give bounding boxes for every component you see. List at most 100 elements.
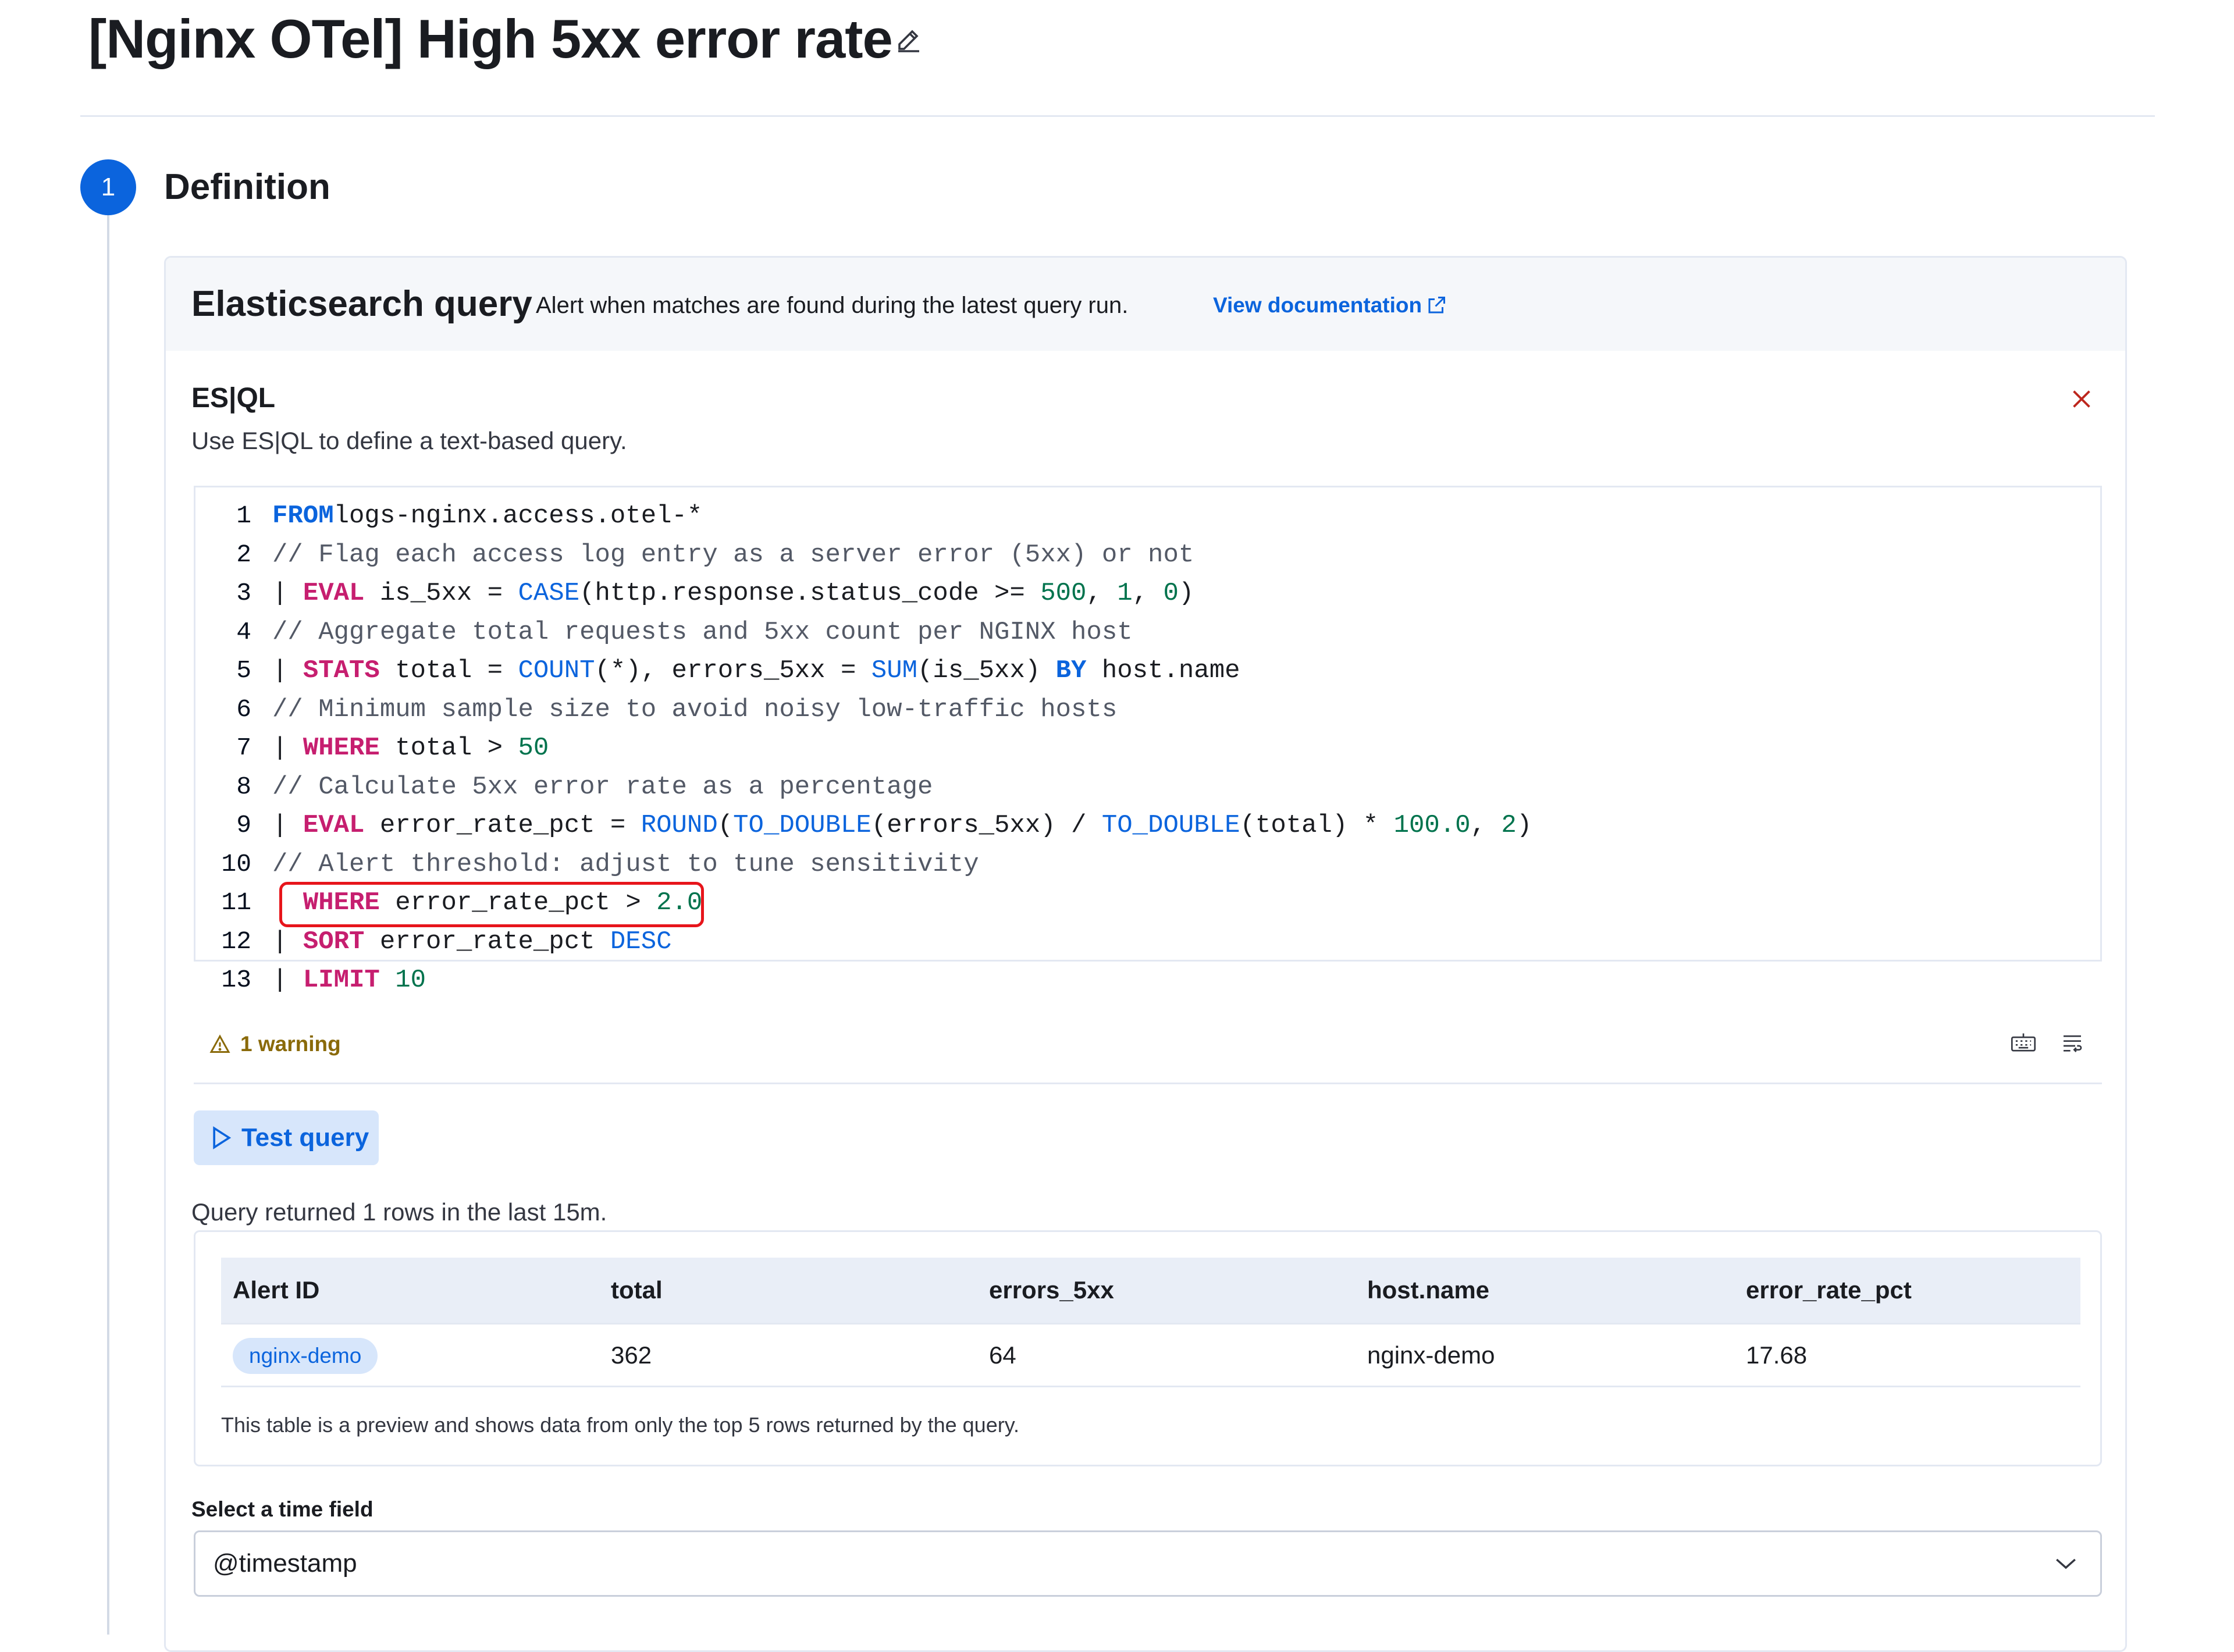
close-icon[interactable] xyxy=(2068,386,2095,412)
pencil-edit-icon[interactable] xyxy=(895,26,923,54)
code-token: SORT xyxy=(303,927,365,956)
line-number: 12 xyxy=(221,927,251,956)
warning-count[interactable]: 1 warning xyxy=(240,1030,341,1058)
code-token: 1 xyxy=(1117,579,1133,608)
code-text: | LIMIT 10 xyxy=(272,961,426,999)
code-token: // Flag each access log entry as a serve… xyxy=(272,540,1194,569)
code-text: | EVAL error_rate_pct = ROUND(TO_DOUBLE(… xyxy=(272,806,1532,845)
test-query-button[interactable]: Test query xyxy=(194,1110,379,1165)
code-token: ) xyxy=(1516,811,1532,840)
line-number: 10 xyxy=(221,849,251,878)
code-token: ( xyxy=(717,811,734,840)
step-number-badge: 1 xyxy=(80,159,136,215)
code-token: | xyxy=(272,966,303,995)
code-token: error_rate_pct = xyxy=(364,811,641,840)
cell-errors-5xx: 64 xyxy=(989,1341,1016,1369)
rule-type-description: Alert when matches are found during the … xyxy=(536,293,1129,318)
esql-section-title: ES|QL xyxy=(191,383,276,414)
code-token: EVAL xyxy=(303,579,365,608)
play-icon xyxy=(213,1126,232,1149)
code-token: COUNT xyxy=(518,656,595,685)
alert-id-badge[interactable]: nginx-demo xyxy=(233,1338,378,1374)
code-token: FROM xyxy=(272,501,334,531)
highlight-annotation-box xyxy=(279,882,704,927)
code-token: EVAL xyxy=(303,811,365,840)
code-text: | EVAL is_5xx = CASE(http.response.statu… xyxy=(272,574,1194,613)
code-token: // Aggregate total requests and 5xx coun… xyxy=(272,617,1133,647)
code-token: host.name xyxy=(1086,656,1240,685)
code-token: SUM xyxy=(871,656,918,685)
rule-type-title: Elasticsearch query xyxy=(191,284,532,324)
cell-total: 362 xyxy=(611,1341,652,1369)
code-token: 10 xyxy=(395,966,426,995)
code-token: TO_DOUBLE xyxy=(733,811,871,840)
column-header-error-rate-pct: error_rate_pct xyxy=(1746,1276,1912,1304)
query-result-status: Query returned 1 rows in the last 15m. xyxy=(191,1198,607,1226)
code-text: FROMlogs-nginx.access.otel-* xyxy=(272,497,702,535)
word-wrap-icon[interactable] xyxy=(2060,1031,2084,1055)
column-header-host-name: host.name xyxy=(1367,1276,1490,1304)
column-header-alert-id: Alert ID xyxy=(233,1276,320,1304)
code-token: | xyxy=(272,927,303,956)
code-text: // Aggregate total requests and 5xx coun… xyxy=(272,613,1133,651)
line-number: 5 xyxy=(236,656,251,685)
line-number: 13 xyxy=(221,966,251,994)
line-number: 11 xyxy=(221,888,251,917)
time-field-select[interactable]: @timestamp xyxy=(194,1530,2102,1597)
code-token: (is_5xx) xyxy=(917,656,1056,685)
code-token: DESC xyxy=(610,927,672,956)
results-table-header: Alert ID total errors_5xx host.name erro… xyxy=(221,1258,2080,1323)
test-query-label: Test query xyxy=(241,1123,369,1152)
code-token: CASE xyxy=(518,579,580,608)
step-title: Definition xyxy=(164,167,330,207)
code-token: // Alert threshold: adjust to tune sensi… xyxy=(272,849,979,879)
code-token: // Minimum sample size to avoid noisy lo… xyxy=(272,695,1118,724)
code-token: , xyxy=(1132,579,1164,608)
code-token: ROUND xyxy=(641,811,718,840)
code-token: total > xyxy=(379,734,518,763)
chevron-down-icon[interactable] xyxy=(2054,1553,2078,1574)
code-token: ) xyxy=(1178,579,1194,608)
code-token: TO_DOUBLE xyxy=(1101,811,1240,840)
column-header-total: total xyxy=(611,1276,663,1304)
code-text: | STATS total = COUNT(*), errors_5xx = S… xyxy=(272,651,1240,690)
code-text: // Flag each access log entry as a serve… xyxy=(272,536,1194,574)
cell-host-name: nginx-demo xyxy=(1367,1341,1495,1369)
code-text: | SORT error_rate_pct DESC xyxy=(272,923,672,961)
code-token: 50 xyxy=(518,734,549,763)
esql-code-editor[interactable]: 1 FROMlogs-nginx.access.otel-* 2 // Flag ea… xyxy=(194,486,2102,995)
code-token: total = xyxy=(379,656,518,685)
code-text: // Minimum sample size to avoid noisy lo… xyxy=(272,690,1117,729)
code-token: , xyxy=(1086,579,1118,608)
code-text: | WHERE total > 50 xyxy=(272,729,549,767)
code-token: (total) * xyxy=(1240,811,1394,840)
line-number: 3 xyxy=(236,579,251,607)
code-token: BY xyxy=(1055,656,1087,685)
time-field-value: @timestamp xyxy=(213,1549,357,1578)
esql-section-description: Use ES|QL to define a text-based query. xyxy=(191,427,627,454)
line-number: 6 xyxy=(236,695,251,724)
code-token: (errors_5xx) / xyxy=(871,811,1102,840)
code-token: 500 xyxy=(1040,579,1087,608)
query-results-card: Alert ID total errors_5xx host.name erro… xyxy=(194,1230,2102,1466)
code-token: is_5xx = xyxy=(364,579,518,608)
page-title: [Nginx OTel] High 5xx error rate xyxy=(88,8,893,69)
view-documentation-link[interactable]: View documentation xyxy=(1213,291,1422,319)
keyboard-shortcuts-icon[interactable] xyxy=(2010,1031,2037,1055)
code-text: // Calculate 5xx error rate as a percent… xyxy=(272,768,933,806)
code-token: WHERE xyxy=(303,734,380,763)
code-token: // Calculate 5xx error rate as a percent… xyxy=(272,772,933,802)
external-link-icon[interactable] xyxy=(1426,295,1447,316)
code-token: , xyxy=(1470,811,1502,840)
line-number: 9 xyxy=(236,811,251,839)
code-token: | xyxy=(272,734,303,763)
code-token: | xyxy=(272,811,303,840)
code-token: STATS xyxy=(303,656,380,685)
code-token: LIMIT xyxy=(303,966,380,995)
code-token: | xyxy=(272,579,303,608)
line-number: 1 xyxy=(236,501,251,530)
code-token: | xyxy=(272,656,303,685)
code-token: (http.response.status_code >= xyxy=(579,579,1041,608)
line-number: 8 xyxy=(236,772,251,801)
